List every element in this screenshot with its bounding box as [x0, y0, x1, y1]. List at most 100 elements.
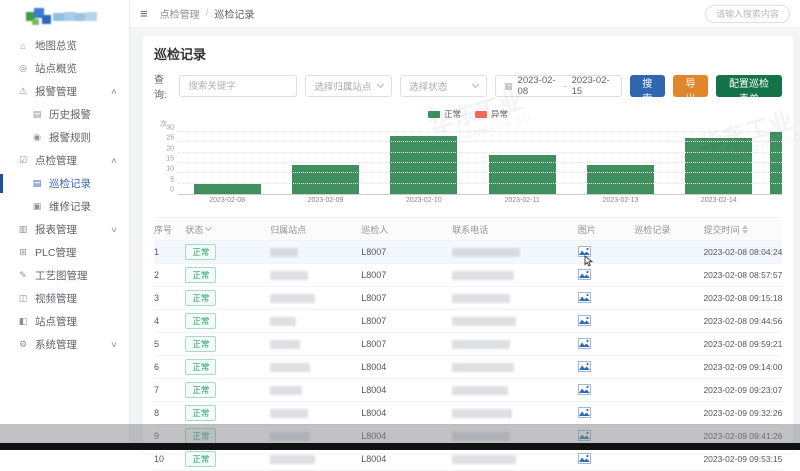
legend-item[interactable]: 正常 [428, 108, 461, 120]
sidebar-item[interactable]: ⚠报警管理∧ [0, 80, 129, 103]
phone-redacted [452, 386, 508, 395]
bar-正常 [194, 184, 261, 194]
status-badge: 正常 [185, 382, 216, 398]
image-icon[interactable] [578, 410, 591, 420]
bar-正常 [292, 165, 359, 194]
column-header-label: 提交时间 [703, 223, 739, 236]
overview-icon: ◎ [16, 63, 30, 74]
image-icon[interactable] [578, 387, 591, 397]
column-header[interactable]: 状态 [185, 223, 270, 236]
export-button[interactable]: 导出 [673, 75, 708, 97]
sidebar-item[interactable]: ☑点检管理∧ [0, 149, 129, 172]
alarm-icon: ⚠ [16, 86, 30, 97]
image-icon[interactable] [578, 295, 591, 305]
table-row: 1正常L80072023-02-08 08:04:24 [154, 241, 782, 264]
chevron-up-icon: ∧ [110, 156, 118, 165]
chevron-down-icon [472, 81, 479, 88]
status-badge: 正常 [185, 451, 216, 467]
station-icon: ◧ [16, 316, 30, 327]
sidebar-item-label: 视频管理 [35, 291, 77, 306]
chevron-down-icon [377, 81, 384, 88]
sidebar-item[interactable]: ▤ 历史报警 [0, 103, 129, 126]
table-row: 6正常L80042023-02-09 09:14:00 [154, 356, 782, 379]
column-header: 联系电话 [452, 223, 578, 236]
collapse-menu-icon[interactable]: ≡ [140, 6, 148, 21]
sidebar-item-label: 地图总览 [35, 38, 77, 53]
legend-item[interactable]: 异常 [475, 108, 508, 120]
video-icon: ◫ [16, 293, 30, 304]
search-button[interactable]: 搜索 [630, 75, 665, 97]
image-icon[interactable] [578, 249, 591, 259]
table-row: 10正常L80042023-02-09 09:53:15 [154, 448, 782, 471]
status-badge: 正常 [185, 336, 216, 352]
y-tick-label: 20 [166, 145, 174, 152]
image-icon[interactable] [578, 318, 591, 328]
sidebar-item[interactable]: ⊞ PLC管理 [0, 241, 129, 264]
phone-redacted [452, 340, 510, 349]
sidebar-item[interactable]: ▤巡检记录 [0, 172, 129, 195]
image-icon[interactable] [578, 272, 591, 282]
rule-icon: ◉ [30, 132, 44, 143]
station-select-value: 选择归属站点 [314, 79, 371, 93]
column-header-label: 联系电话 [452, 223, 488, 236]
sidebar-item[interactable]: ◉报警规则 [0, 126, 129, 149]
inspector-name: L8007 [361, 293, 452, 303]
table-row: 3正常L80072023-02-08 09:15:18 [154, 287, 782, 310]
station-redacted [270, 386, 302, 395]
sidebar-item[interactable]: ⚙系统管理∨ [0, 333, 129, 356]
status-badge: 正常 [185, 244, 216, 260]
column-header[interactable]: 提交时间 [703, 223, 782, 236]
history-icon: ▤ [30, 109, 44, 120]
sidebar-menu: ⌂地图总览◎站点概览⚠报警管理∧ ▤ 历史报警 ◉报警规则☑点检管理∧▤巡检记录▣维修… [0, 34, 129, 356]
status-select[interactable]: 选择状态 [400, 75, 487, 97]
inspect-icon: ☑ [16, 155, 30, 166]
sidebar-item[interactable]: ▥报表管理∨ [0, 218, 129, 241]
inspector-name: L8007 [361, 339, 452, 349]
keyword-input[interactable] [179, 75, 297, 97]
legend-label: 异常 [491, 108, 508, 120]
image-icon[interactable] [578, 341, 591, 351]
submit-time: 2023-02-09 09:23:07 [703, 385, 782, 395]
sidebar-item[interactable]: ▣维修记录 [0, 195, 129, 218]
sidebar-item[interactable]: ✎工艺图管理 [0, 264, 129, 287]
breadcrumb-parent[interactable]: 点检管理 [160, 6, 200, 21]
date-range-picker[interactable]: ▦ 2023-02-08 - 2023-02-15 [495, 75, 622, 97]
column-header: 巡检记录 [634, 223, 703, 236]
legend-label: 正常 [444, 108, 461, 120]
station-select[interactable]: 选择归属站点 [305, 75, 392, 97]
sidebar-item-label: PLC管理 [35, 245, 76, 260]
row-index: 6 [154, 362, 185, 372]
gridline [178, 162, 782, 163]
station-redacted [270, 455, 315, 464]
column-header: 图片 [578, 223, 635, 236]
sidebar-item[interactable]: ◫ 视频管理 [0, 287, 129, 310]
sidebar-item[interactable]: ◎站点概览 [0, 57, 129, 80]
sidebar-item-label: 历史报警 [49, 107, 91, 122]
table-row: 2正常L80072023-02-08 08:57:57 [154, 264, 782, 287]
x-tick-label: 2023-02-09 [308, 197, 344, 204]
gridline [178, 152, 782, 153]
plc-icon: ⊞ [16, 247, 30, 258]
sidebar-item-label: 站点管理 [35, 314, 77, 329]
calendar-icon: ▦ [504, 81, 513, 92]
sidebar-item[interactable]: ⌂地图总览 [0, 34, 129, 57]
inspection-bar-chart: 正常异常 次 2023-02-082023-02-092023-02-10202… [154, 107, 782, 209]
inspector-name: L8004 [361, 362, 452, 372]
sidebar-item[interactable]: ◧ 站点管理 [0, 310, 129, 333]
chevron-down-icon: ∨ [110, 340, 118, 349]
topbar: ≡ 点检管理 / 巡检记录 请输入搜索内容 [130, 0, 800, 28]
config-inspection-form-button[interactable]: 配置巡检表单 [716, 75, 782, 97]
system-icon: ⚙ [16, 339, 30, 350]
row-index: 8 [154, 408, 185, 418]
chart-legend: 正常 异常 [154, 107, 782, 121]
column-header-label: 序号 [154, 223, 172, 236]
global-search-input[interactable]: 请输入搜索内容 [705, 5, 790, 23]
x-tick-label: 2023-02-14 [701, 197, 737, 204]
image-icon[interactable] [578, 456, 591, 466]
filter-bar: 查询: 选择归属站点 选择状态 ▦ 2023-02-08 - 2023-02-1… [154, 71, 782, 101]
row-index: 1 [154, 247, 185, 257]
image-icon[interactable] [578, 364, 591, 374]
station-redacted [270, 409, 308, 418]
status-select-value: 选择状态 [409, 79, 447, 93]
repair-icon: ▣ [30, 201, 44, 212]
